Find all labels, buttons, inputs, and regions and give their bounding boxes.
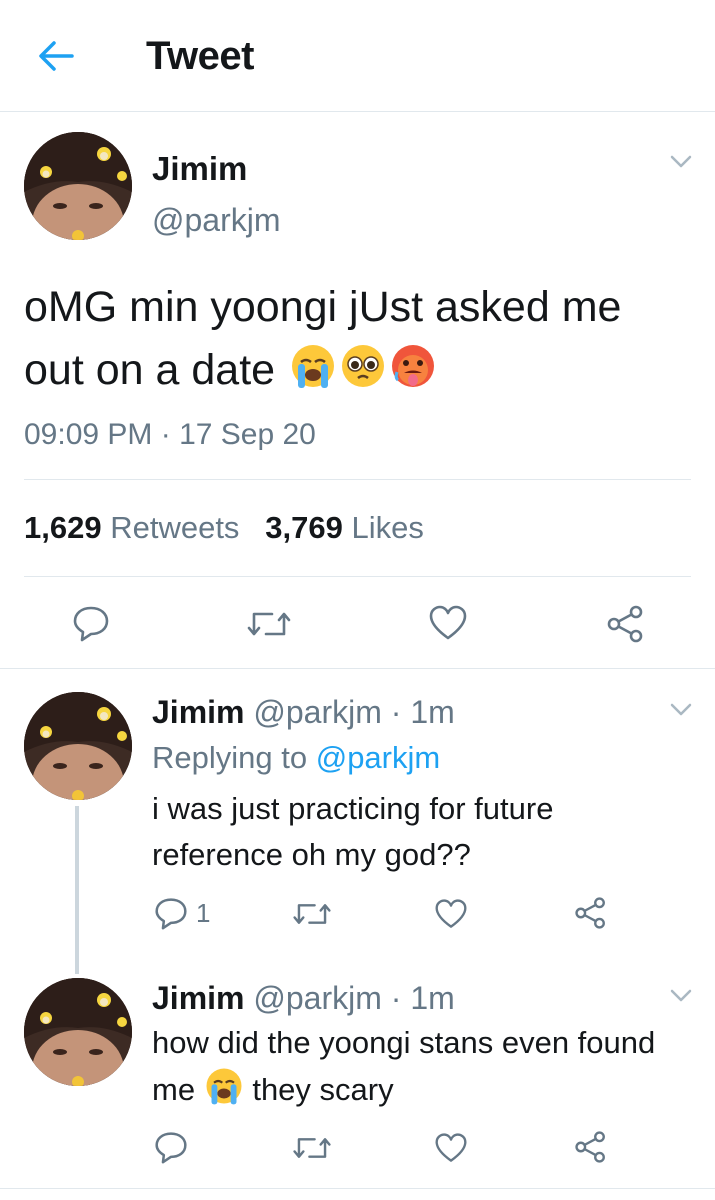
retweet-icon xyxy=(246,606,292,642)
chevron-down-icon[interactable] xyxy=(668,696,694,722)
comment-icon xyxy=(72,604,110,642)
reply-text: how did the yoongi stans even found me t… xyxy=(152,1020,692,1113)
tweet-stats: 1,629 Retweets 3,769 Likes xyxy=(24,510,424,546)
author-handle[interactable]: @parkjm · 1m xyxy=(253,980,454,1016)
page-title: Tweet xyxy=(146,34,254,78)
comment-icon xyxy=(154,1130,188,1164)
author-name[interactable]: Jimim xyxy=(152,694,244,730)
pleading-face-icon xyxy=(339,342,387,390)
retweets-label[interactable]: Retweets xyxy=(110,510,239,545)
like-button[interactable] xyxy=(434,898,468,930)
replying-to: Replying to @parkjm xyxy=(152,740,440,776)
like-button[interactable] xyxy=(434,1132,468,1164)
reply-text: i was just practicing for future referen… xyxy=(152,791,554,872)
reply-button[interactable]: 1 xyxy=(154,896,210,930)
author-handle[interactable]: @parkjm · 1m xyxy=(253,694,454,730)
back-arrow-icon[interactable] xyxy=(36,36,76,76)
like-count[interactable]: 3,769 xyxy=(265,510,343,545)
share-button[interactable] xyxy=(574,896,608,930)
retweet-button[interactable] xyxy=(246,606,292,642)
share-icon xyxy=(606,604,646,644)
retweet-icon xyxy=(292,898,332,930)
comment-icon xyxy=(154,896,188,930)
share-icon xyxy=(574,896,608,930)
author-handle[interactable]: @parkjm xyxy=(152,202,281,239)
heart-icon xyxy=(434,898,468,930)
divider xyxy=(0,1188,715,1189)
share-icon xyxy=(574,1130,608,1164)
retweet-button[interactable] xyxy=(292,898,332,930)
divider xyxy=(0,668,715,669)
tweet-timestamp: 09:09 PM · 17 Sep 20 xyxy=(24,418,316,451)
reply-button[interactable] xyxy=(154,1130,188,1164)
reply-header: Jimim @parkjm · 1m xyxy=(152,980,455,1017)
loudly-crying-face-icon xyxy=(204,1066,244,1106)
author-name[interactable]: Jimim xyxy=(152,150,247,188)
tweet-text: oMG min yoongi jUst asked me out on a da… xyxy=(24,276,684,402)
reply-text-after: they scary xyxy=(252,1072,394,1107)
share-button[interactable] xyxy=(606,604,646,644)
reply-header: Jimim @parkjm · 1m xyxy=(152,694,455,731)
retweet-icon xyxy=(292,1132,332,1164)
chevron-down-icon[interactable] xyxy=(668,148,694,174)
avatar[interactable] xyxy=(24,132,132,240)
top-app-bar: Tweet xyxy=(0,0,715,112)
heart-icon xyxy=(434,1132,468,1164)
heart-icon xyxy=(428,604,468,642)
author-name[interactable]: Jimim xyxy=(152,980,244,1016)
thread-line xyxy=(75,806,79,974)
divider xyxy=(24,479,691,480)
loudly-crying-face-icon xyxy=(289,342,337,390)
reply-count: 1 xyxy=(196,897,211,928)
reply-button[interactable] xyxy=(72,604,110,642)
chevron-down-icon[interactable] xyxy=(668,982,694,1008)
hot-face-icon xyxy=(389,342,437,390)
avatar[interactable] xyxy=(24,692,132,800)
share-button[interactable] xyxy=(574,1130,608,1164)
like-button[interactable] xyxy=(428,604,468,642)
replying-to-link[interactable]: @parkjm xyxy=(316,740,440,775)
retweet-count[interactable]: 1,629 xyxy=(24,510,102,545)
likes-label[interactable]: Likes xyxy=(351,510,423,545)
avatar[interactable] xyxy=(24,978,132,1086)
divider xyxy=(24,576,691,577)
replying-prefix: Replying to xyxy=(152,740,308,775)
retweet-button[interactable] xyxy=(292,1132,332,1164)
